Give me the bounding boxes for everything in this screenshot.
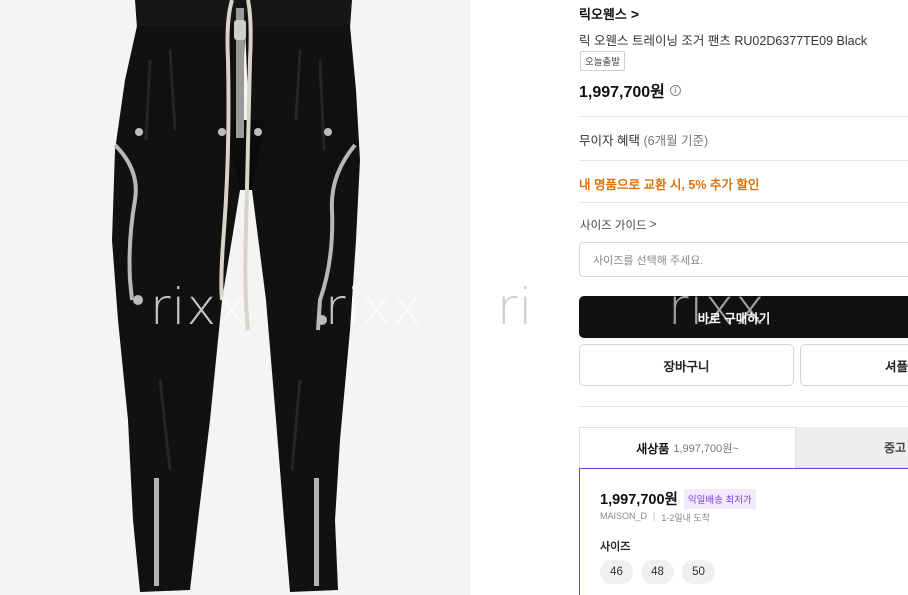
offer-price: 1,997,700원 — [600, 492, 678, 508]
watermark-text: rixx — [497, 278, 533, 336]
meta-separator: | — [653, 511, 656, 521]
size-guide-link[interactable]: 사이즈 가이드 > — [580, 217, 656, 233]
size-chip[interactable]: 50 — [682, 560, 715, 584]
watermark-text: rixx — [150, 278, 248, 336]
product-title: 릭 오웬스 트레이닝 조거 팬츠 RU02D6377TE09 Black — [579, 34, 868, 48]
offer-price-row: 1,997,700원 익일배송 최저가 — [600, 488, 756, 509]
product-image: rixx rixx rixx — [0, 0, 533, 595]
pants-illustration — [0, 0, 533, 595]
tab-new-price: 1,997,700원~ — [673, 443, 739, 455]
interest-free-info: 무이자 혜택 (6개월 기준) — [579, 130, 708, 149]
interest-free-label: 무이자 혜택 — [579, 134, 640, 148]
size-chip[interactable]: 48 — [641, 560, 674, 584]
share-button[interactable]: 셔플 — [800, 344, 908, 386]
interest-free-sub: (6개월 기준) — [643, 134, 709, 148]
divider — [579, 202, 908, 203]
size-guide-label: 사이즈 가이드 — [580, 220, 647, 232]
chevron-right-icon: > — [649, 219, 657, 231]
brand-link[interactable]: 릭오웬스 > — [579, 4, 639, 23]
trade-in-promo: 내 명품으로 교환 시, 5% 추가 할인 — [579, 178, 760, 192]
same-day-badge: 오늘출발 — [580, 51, 625, 71]
size-chip[interactable]: 46 — [600, 560, 633, 584]
chevron-right-icon: > — [630, 5, 640, 22]
info-icon[interactable]: i — [669, 84, 681, 96]
offer-size-label: 사이즈 — [600, 541, 631, 553]
brand-name: 릭오웬스 — [579, 7, 627, 22]
size-select[interactable]: 사이즈를 선택해 주세요. — [579, 242, 908, 277]
cart-button[interactable]: 장바구니 — [579, 344, 794, 386]
offer-card[interactable]: 1,997,700원 익일배송 최저가 MAISON_D | 1-2일내 도착 … — [579, 468, 908, 595]
offer-meta: MAISON_D | 1-2일내 도착 — [600, 511, 710, 524]
watermark-text: rixx — [668, 278, 766, 336]
product-price: 1,997,700원 — [579, 84, 665, 101]
condition-tabs: 새상품 1,997,700원~ 중고 — [579, 427, 908, 468]
delivery-time: 1-2일내 도착 — [661, 513, 710, 523]
size-select-placeholder: 사이즈를 선택해 주세요. — [593, 254, 704, 267]
watermark-text: rixx — [325, 278, 423, 336]
tab-used[interactable]: 중고 — [796, 427, 908, 468]
seller-name: MAISON_D — [600, 511, 648, 521]
size-chips: 46 48 50 — [600, 560, 715, 584]
price-row: 1,997,700원 i — [579, 78, 681, 102]
tab-new-label: 새상품 — [636, 441, 670, 456]
divider — [579, 406, 908, 407]
next-day-badge: 익일배송 최저가 — [683, 488, 756, 509]
divider — [579, 116, 908, 117]
tab-new[interactable]: 새상품 1,997,700원~ — [579, 427, 796, 468]
divider — [579, 160, 908, 161]
